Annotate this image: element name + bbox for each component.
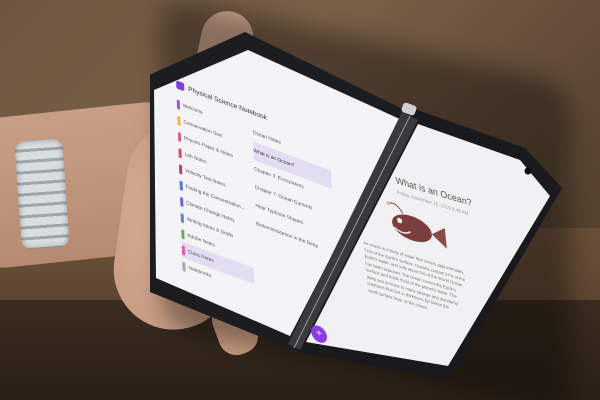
section-color-tab — [180, 196, 184, 207]
section-color-tab — [176, 99, 181, 110]
page-body: An ocean is a body of water that covers … — [363, 240, 508, 336]
camera-lens — [524, 167, 532, 175]
photo-scene: Physical Science Notebook Welcome Conser… — [0, 0, 600, 400]
section-color-tab — [179, 180, 183, 191]
section-color-tab — [177, 115, 181, 126]
section-list: Welcome Conservation Sort Physics Paper … — [176, 95, 255, 300]
section-item-label: Notebooks — [188, 265, 212, 279]
section-color-tab — [177, 131, 182, 142]
wristwatch — [14, 138, 70, 250]
section-color-tab — [181, 244, 186, 256]
section-color-tab — [181, 228, 185, 239]
notebook-icon — [176, 80, 185, 92]
section-color-tab — [178, 163, 183, 175]
section-color-tab — [178, 147, 182, 158]
dual-screen-device: Physical Science Notebook Welcome Conser… — [150, 0, 580, 400]
section-color-tab — [182, 261, 186, 272]
section-item-label: Welcome — [182, 103, 203, 116]
section-color-tab — [180, 212, 184, 223]
add-page-button[interactable]: + — [310, 323, 328, 346]
